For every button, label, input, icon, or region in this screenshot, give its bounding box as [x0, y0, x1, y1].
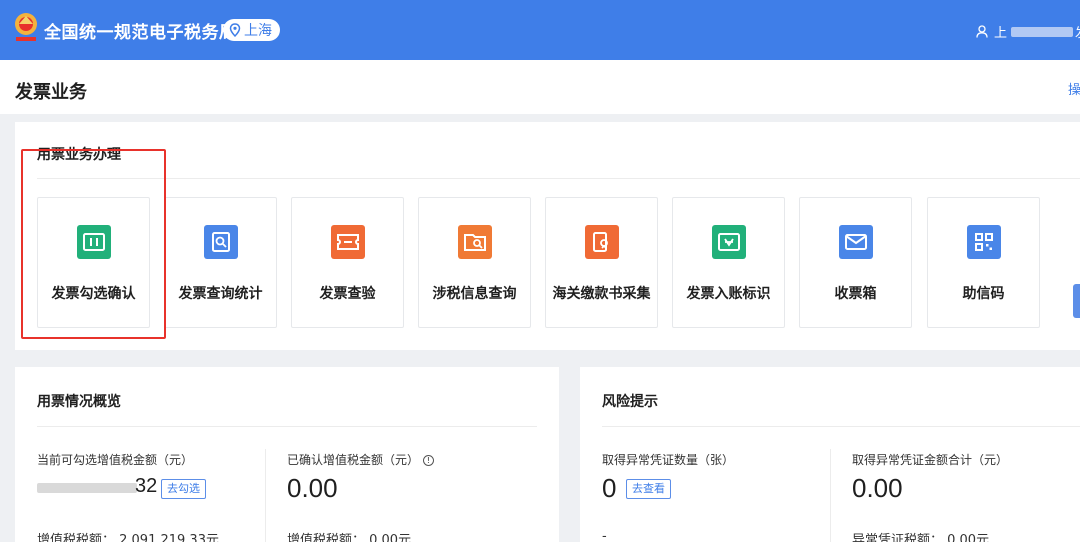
tile-label: 发票查询统计 — [178, 286, 263, 302]
tile-invoice-verify[interactable]: 发票查验 — [291, 197, 404, 328]
page-title: 发票业务 — [15, 82, 87, 103]
masked-user-name — [1011, 26, 1074, 37]
tile-label: 发票查验 — [319, 286, 376, 302]
divider — [37, 178, 1080, 179]
invoice-business-panel: 用票业务办理 发票勾选确认 发票查询统计 发票查验 涉税信息查询 海关缴款书采集 — [15, 122, 1080, 350]
qr-code-icon — [967, 225, 1001, 259]
confirmed-vat-value: 0.00 — [287, 473, 338, 503]
divider — [265, 449, 266, 542]
risk-alert-card: 风险提示 取得异常凭证数量（张） 0 去查看 - 取得异常凭证金额合计（元） 0… — [580, 367, 1080, 542]
top-header: 全国统一规范电子税务局 上海 上 发 — [0, 0, 1080, 60]
ticket-mark-icon — [712, 225, 746, 259]
app-title: 全国统一规范电子税务局 — [44, 23, 237, 43]
confirmed-vat-label: 已确认增值税金额（元） ! — [287, 451, 434, 468]
user-menu[interactable]: 上 发 — [976, 22, 1080, 41]
go-view-button[interactable]: 去查看 — [626, 479, 671, 499]
scroll-next-icon[interactable] — [1073, 284, 1080, 318]
tile-label: 助信码 — [962, 286, 1005, 302]
tile-assist-code[interactable]: 助信码 — [927, 197, 1040, 328]
abnormal-amount-value: 0.00 — [852, 473, 903, 503]
operation-link[interactable]: 操 — [1068, 79, 1080, 98]
card-title: 用票情况概览 — [37, 394, 121, 410]
tile-label: 海关缴款书采集 — [552, 286, 651, 302]
user-name-suffix: 发 — [1075, 22, 1080, 41]
tile-invoice-inbox[interactable]: 收票箱 — [799, 197, 912, 328]
tile-customs-payment-collect[interactable]: 海关缴款书采集 — [545, 197, 658, 328]
highlight-annotation — [21, 149, 166, 339]
abnormal-count-label: 取得异常凭证数量（张） — [602, 453, 735, 467]
page-title-bar: 发票业务 操 — [0, 60, 1080, 114]
folder-search-icon — [458, 225, 492, 259]
divider — [830, 449, 831, 542]
abnormal-amount-sub: 异常凭证税额： 0.00元 — [852, 533, 990, 542]
tile-label: 涉税信息查询 — [432, 286, 517, 302]
divider — [602, 426, 1080, 427]
search-doc-icon — [204, 225, 238, 259]
confirmed-vat-sub-text: 增值税税额： 0.00元 — [287, 533, 412, 542]
mailbox-icon — [839, 225, 873, 259]
go-select-button[interactable]: 去勾选 — [161, 479, 206, 499]
info-icon[interactable]: ! — [422, 455, 434, 466]
ticket-overview-card: 用票情况概览 当前可勾选增值税金额（元） 32 去勾选 增值税税额： 2,091… — [15, 367, 559, 542]
tile-label: 发票入账标识 — [686, 286, 771, 302]
card-title: 风险提示 — [602, 394, 658, 410]
selectable-vat-value-tail: 32 — [135, 475, 158, 497]
selectable-vat-label: 当前可勾选增值税金额（元） — [37, 453, 194, 467]
user-name-prefix: 上 — [994, 26, 1008, 41]
tax-emblem-icon — [15, 13, 37, 41]
masked-amount — [37, 483, 137, 493]
tile-invoice-query-stats[interactable]: 发票查询统计 — [164, 197, 277, 328]
confirmed-vat-label-text: 已确认增值税金额（元） — [287, 453, 420, 467]
customs-doc-icon — [585, 225, 619, 259]
location-pin-icon — [229, 23, 241, 37]
tile-invoice-booking-mark[interactable]: 发票入账标识 — [672, 197, 785, 328]
region-label: 上海 — [244, 23, 272, 39]
vat-sub-text: 增值税税额： 2,091,219.33元 — [37, 533, 219, 542]
region-selector[interactable]: 上海 — [223, 19, 280, 41]
abnormal-count-value: 0 — [602, 473, 617, 503]
tile-tax-info-query[interactable]: 涉税信息查询 — [418, 197, 531, 328]
user-icon — [976, 25, 988, 38]
abnormal-count-sub: - — [602, 529, 607, 542]
tile-label: 收票箱 — [834, 286, 877, 302]
divider — [37, 426, 537, 427]
ticket-verify-icon — [331, 225, 365, 259]
abnormal-amount-label: 取得异常凭证金额合计（元） — [852, 453, 1009, 467]
